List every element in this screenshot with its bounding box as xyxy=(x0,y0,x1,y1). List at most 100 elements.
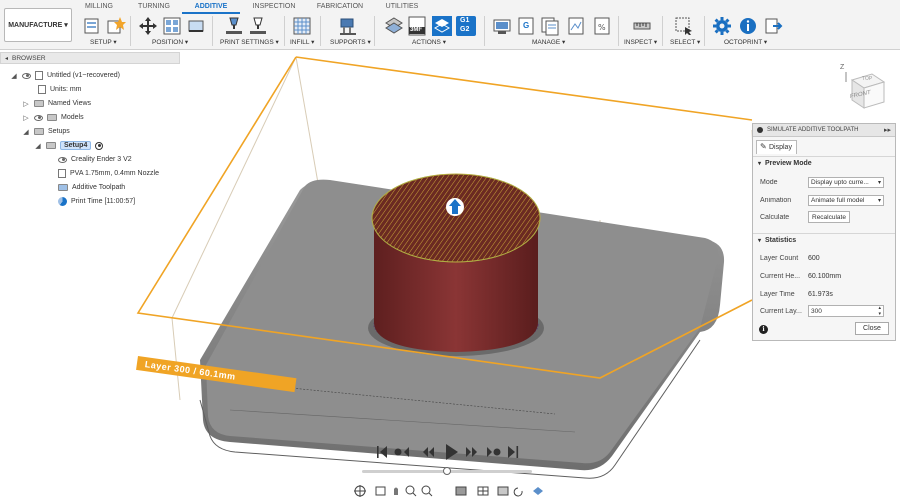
viewports-icon[interactable] xyxy=(497,486,509,496)
infill-icon[interactable] xyxy=(292,16,312,36)
template-library-icon[interactable]: % xyxy=(592,16,612,36)
playback-slider-track[interactable] xyxy=(362,467,532,475)
post-process-button[interactable]: G1 G2 xyxy=(456,16,476,36)
export-3mf-button[interactable]: 3MF xyxy=(406,16,428,36)
collapse-triangle-icon[interactable]: ◢ xyxy=(22,128,30,136)
skip-to-end-icon[interactable] xyxy=(508,446,519,458)
spinner-icon[interactable]: ▴ ▾ xyxy=(878,305,881,317)
group-setup[interactable]: SETUP ▾ xyxy=(90,38,117,46)
new-setup-icon[interactable] xyxy=(82,16,102,36)
gcode-manager-button[interactable]: G xyxy=(516,16,536,36)
refresh-icon[interactable] xyxy=(513,487,523,497)
view-cube-top-label: TOP xyxy=(862,76,873,82)
arrange-icon[interactable] xyxy=(162,16,182,36)
group-infill[interactable]: INFILL ▾ xyxy=(290,38,314,46)
gcode-g1-label: G1 xyxy=(460,17,470,24)
expand-panel-icon[interactable]: ▸▸ xyxy=(884,126,891,134)
preview-mode-section[interactable]: ▾ Preview Mode xyxy=(753,156,895,169)
fast-forward-icon[interactable] xyxy=(466,447,477,457)
recalculate-button[interactable]: Recalculate xyxy=(808,211,850,223)
group-print-settings[interactable]: PRINT SETTINGS ▾ xyxy=(220,38,279,46)
tab-milling[interactable]: MILLING xyxy=(84,1,114,13)
tree-setup4[interactable]: ◢ Setup4 xyxy=(34,139,104,152)
eye-icon[interactable] xyxy=(58,156,67,163)
eye-icon[interactable] xyxy=(22,72,31,79)
zoom-icon[interactable] xyxy=(405,485,417,497)
orbit-icon[interactable] xyxy=(354,485,366,497)
group-octoprint[interactable]: OCTOPRINT ▾ xyxy=(724,38,767,46)
tab-fabrication[interactable]: FABRICATION xyxy=(316,1,364,13)
playback-slider-handle[interactable] xyxy=(443,467,451,475)
tree-setups[interactable]: ◢ Setups xyxy=(22,125,70,138)
animation-select[interactable]: Animate full model xyxy=(808,194,884,206)
collapse-triangle-icon[interactable]: ▾ xyxy=(758,160,761,167)
tab-inspection[interactable]: INSPECTION xyxy=(252,1,296,13)
close-button[interactable]: Close xyxy=(855,322,889,335)
skip-to-start-icon[interactable] xyxy=(377,446,387,458)
supports-icon[interactable] xyxy=(338,16,358,36)
grid-icon[interactable] xyxy=(477,486,489,496)
step-forward-icon[interactable] xyxy=(487,447,501,457)
generate-toolpath-icon[interactable] xyxy=(384,16,404,36)
view-cube[interactable]: Z TOP FRONT xyxy=(838,64,888,116)
group-select[interactable]: SELECT ▾ xyxy=(670,38,700,46)
fit-icon[interactable] xyxy=(421,485,433,497)
send-to-printer-icon[interactable] xyxy=(764,16,784,36)
layer-time-row: Layer Time 61.973s xyxy=(760,288,890,300)
print-settings-edit-icon[interactable] xyxy=(248,16,268,36)
look-at-icon[interactable] xyxy=(375,486,386,496)
simulate-toolpath-icon[interactable] xyxy=(432,16,452,36)
tree-named-views[interactable]: ▷ Named Views xyxy=(22,97,91,110)
collapse-triangle-icon[interactable]: ▾ xyxy=(758,237,761,244)
mode-label: Mode xyxy=(760,178,778,186)
tab-utilities[interactable]: UTILITIES xyxy=(384,1,420,13)
group-manage[interactable]: MANAGE ▾ xyxy=(532,38,565,46)
place-on-face-icon[interactable] xyxy=(186,16,206,36)
browser-header[interactable]: ◂ BROWSER xyxy=(0,52,180,64)
expand-triangle-icon[interactable]: ▷ xyxy=(22,114,30,122)
tree-machine[interactable]: Creality Ender 3 V2 xyxy=(58,153,132,166)
eye-icon[interactable] xyxy=(34,114,43,121)
mode-select[interactable]: Display upto curre... xyxy=(808,176,884,188)
info-icon[interactable]: i xyxy=(759,325,768,334)
select-icon[interactable] xyxy=(674,16,694,36)
display-settings-icon[interactable] xyxy=(455,486,467,496)
tree-models[interactable]: ▷ Models xyxy=(22,111,84,124)
machine-library-icon[interactable] xyxy=(492,16,512,36)
group-supports[interactable]: SUPPORTS ▾ xyxy=(330,38,371,46)
collapse-triangle-icon[interactable]: ◢ xyxy=(10,72,18,80)
rewind-icon[interactable] xyxy=(423,447,434,457)
print-settings-icon[interactable] xyxy=(224,16,244,36)
tree-print-setting[interactable]: PVA 1.75mm, 0.4mm Nozzle xyxy=(58,167,159,180)
group-inspect[interactable]: INSPECT ▾ xyxy=(624,38,657,46)
gear-icon[interactable] xyxy=(712,16,732,36)
tree-units[interactable]: Units: mm xyxy=(38,83,82,96)
pan-icon[interactable] xyxy=(394,487,398,496)
tree-additive-toolpath[interactable]: Additive Toolpath xyxy=(58,181,125,194)
tree-print-time[interactable]: Print Time [11:00:57] xyxy=(58,195,135,208)
move-icon[interactable] xyxy=(138,16,158,36)
expand-triangle-icon[interactable]: ▷ xyxy=(22,100,30,108)
active-setup-radio-icon[interactable] xyxy=(95,141,104,150)
info-icon[interactable] xyxy=(738,16,758,36)
setup-star-icon[interactable] xyxy=(106,16,126,36)
collapse-icon[interactable] xyxy=(757,127,763,133)
statistics-section[interactable]: ▾ Statistics xyxy=(753,233,895,246)
tab-turning[interactable]: TURNING xyxy=(136,1,172,13)
print-setting-library-icon[interactable] xyxy=(540,16,560,36)
group-actions[interactable]: ACTIONS ▾ xyxy=(412,38,446,46)
current-layer-input[interactable]: 300 ▴ ▾ xyxy=(808,305,884,317)
measure-icon[interactable] xyxy=(632,16,652,36)
play-icon[interactable] xyxy=(446,444,458,460)
environment-icon[interactable] xyxy=(533,487,543,495)
simulate-panel-header[interactable]: SIMULATE ADDITIVE TOOLPATH ▸▸ xyxy=(753,124,895,137)
post-library-icon[interactable] xyxy=(566,16,586,36)
tree-root-document[interactable]: ◢ Untitled (v1~recovered) xyxy=(10,69,120,82)
workspace-switcher[interactable]: MANUFACTURE ▾ xyxy=(4,8,72,42)
group-position[interactable]: POSITION ▾ xyxy=(152,38,188,46)
move-arrow-manipulator[interactable] xyxy=(446,198,464,216)
collapse-icon[interactable]: ◂ xyxy=(5,55,8,62)
step-back-icon[interactable] xyxy=(394,447,410,457)
collapse-triangle-icon[interactable]: ◢ xyxy=(34,142,42,150)
setup4-chip[interactable]: Setup4 xyxy=(60,141,92,150)
